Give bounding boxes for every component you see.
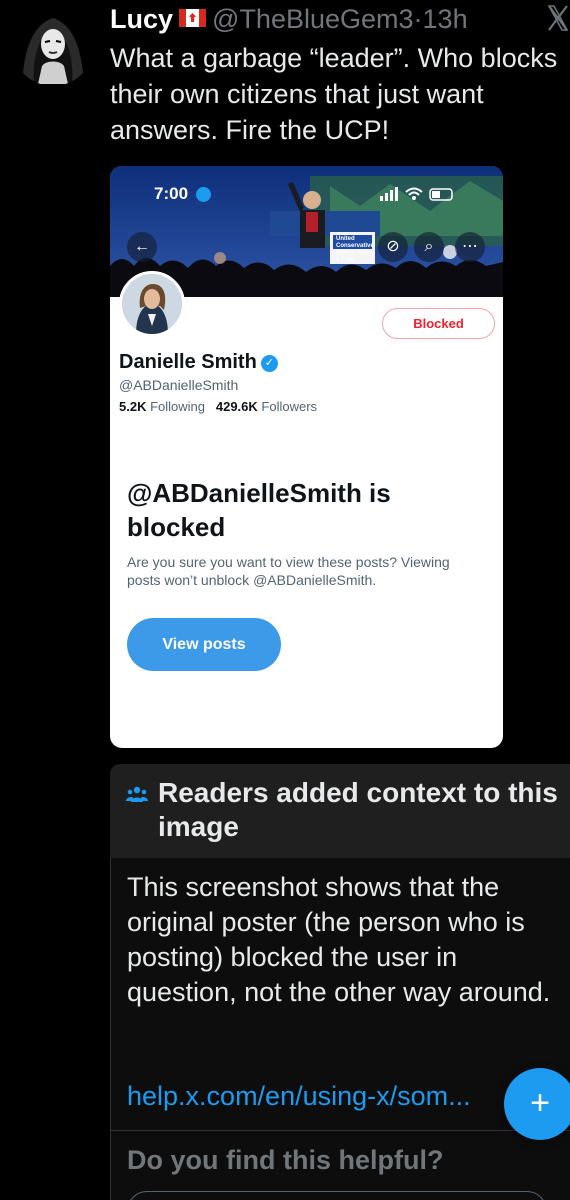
compose-button[interactable]: + — [504, 1068, 570, 1140]
people-icon — [126, 786, 148, 804]
follow-stats: 5.2K Following 429.6K Followers — [119, 399, 317, 414]
tweet-header: Lucy @TheBlueGem3·13h — [110, 2, 550, 38]
followers-label[interactable]: Followers — [261, 399, 317, 414]
author-name[interactable]: Lucy — [110, 4, 173, 34]
author-avatar[interactable] — [12, 4, 94, 86]
verified-badge-icon: ✓ — [260, 355, 278, 372]
blocked-title: @ABDanielleSmith is blocked — [127, 478, 391, 542]
followers-count[interactable]: 429.6K — [216, 399, 258, 414]
blocked-button[interactable]: Blocked — [382, 308, 495, 339]
following-count[interactable]: 5.2K — [119, 399, 146, 414]
community-note-link[interactable]: help.x.com/en/using-x/som... — [127, 1079, 471, 1113]
following-label[interactable]: Following — [150, 399, 205, 414]
profile-avatar[interactable] — [119, 271, 185, 337]
profile-handle: @ABDanielleSmith — [119, 377, 239, 393]
community-note-body: This screenshot shows that the original … — [110, 858, 570, 1130]
rate-note-button[interactable] — [127, 1191, 547, 1200]
helpful-question: Do you find this helpful? — [127, 1145, 444, 1175]
grok-icon[interactable]: ⊘ — [378, 232, 408, 262]
x-close-icon[interactable] — [546, 2, 570, 34]
back-button[interactable]: ← — [127, 232, 157, 262]
more-options-icon[interactable]: ⋯ — [455, 232, 485, 262]
separator-dot: · — [413, 4, 423, 34]
canada-flag-icon — [179, 9, 207, 27]
community-note-title: Readers added context to this image — [158, 777, 558, 842]
profile-name: Danielle Smith ✓ — [119, 351, 278, 374]
author-handle[interactable]: @TheBlueGem3 — [212, 4, 414, 34]
banner-sign: United Conservative Alberta Strong & Free — [336, 236, 375, 263]
status-icons — [380, 186, 470, 202]
post-time[interactable]: 13h — [423, 4, 468, 34]
community-note-footer: Do you find this helpful? — [110, 1130, 570, 1200]
status-bar-time: 7:00 — [154, 184, 189, 203]
blocked-description: Are you sure you want to view these post… — [127, 554, 450, 588]
tweet-image[interactable]: 7:00 United Conservative Alberta Strong &… — [110, 166, 503, 748]
community-note-text: This screenshot shows that the original … — [127, 872, 551, 1007]
tweet-text: What a garbage “leader”. Who blocks thei… — [110, 43, 558, 145]
view-posts-button[interactable]: View posts — [127, 618, 281, 671]
search-icon[interactable]: ⌕ — [414, 232, 444, 262]
location-arrow-icon — [196, 187, 211, 202]
community-note-header: Readers added context to this image — [110, 764, 570, 858]
